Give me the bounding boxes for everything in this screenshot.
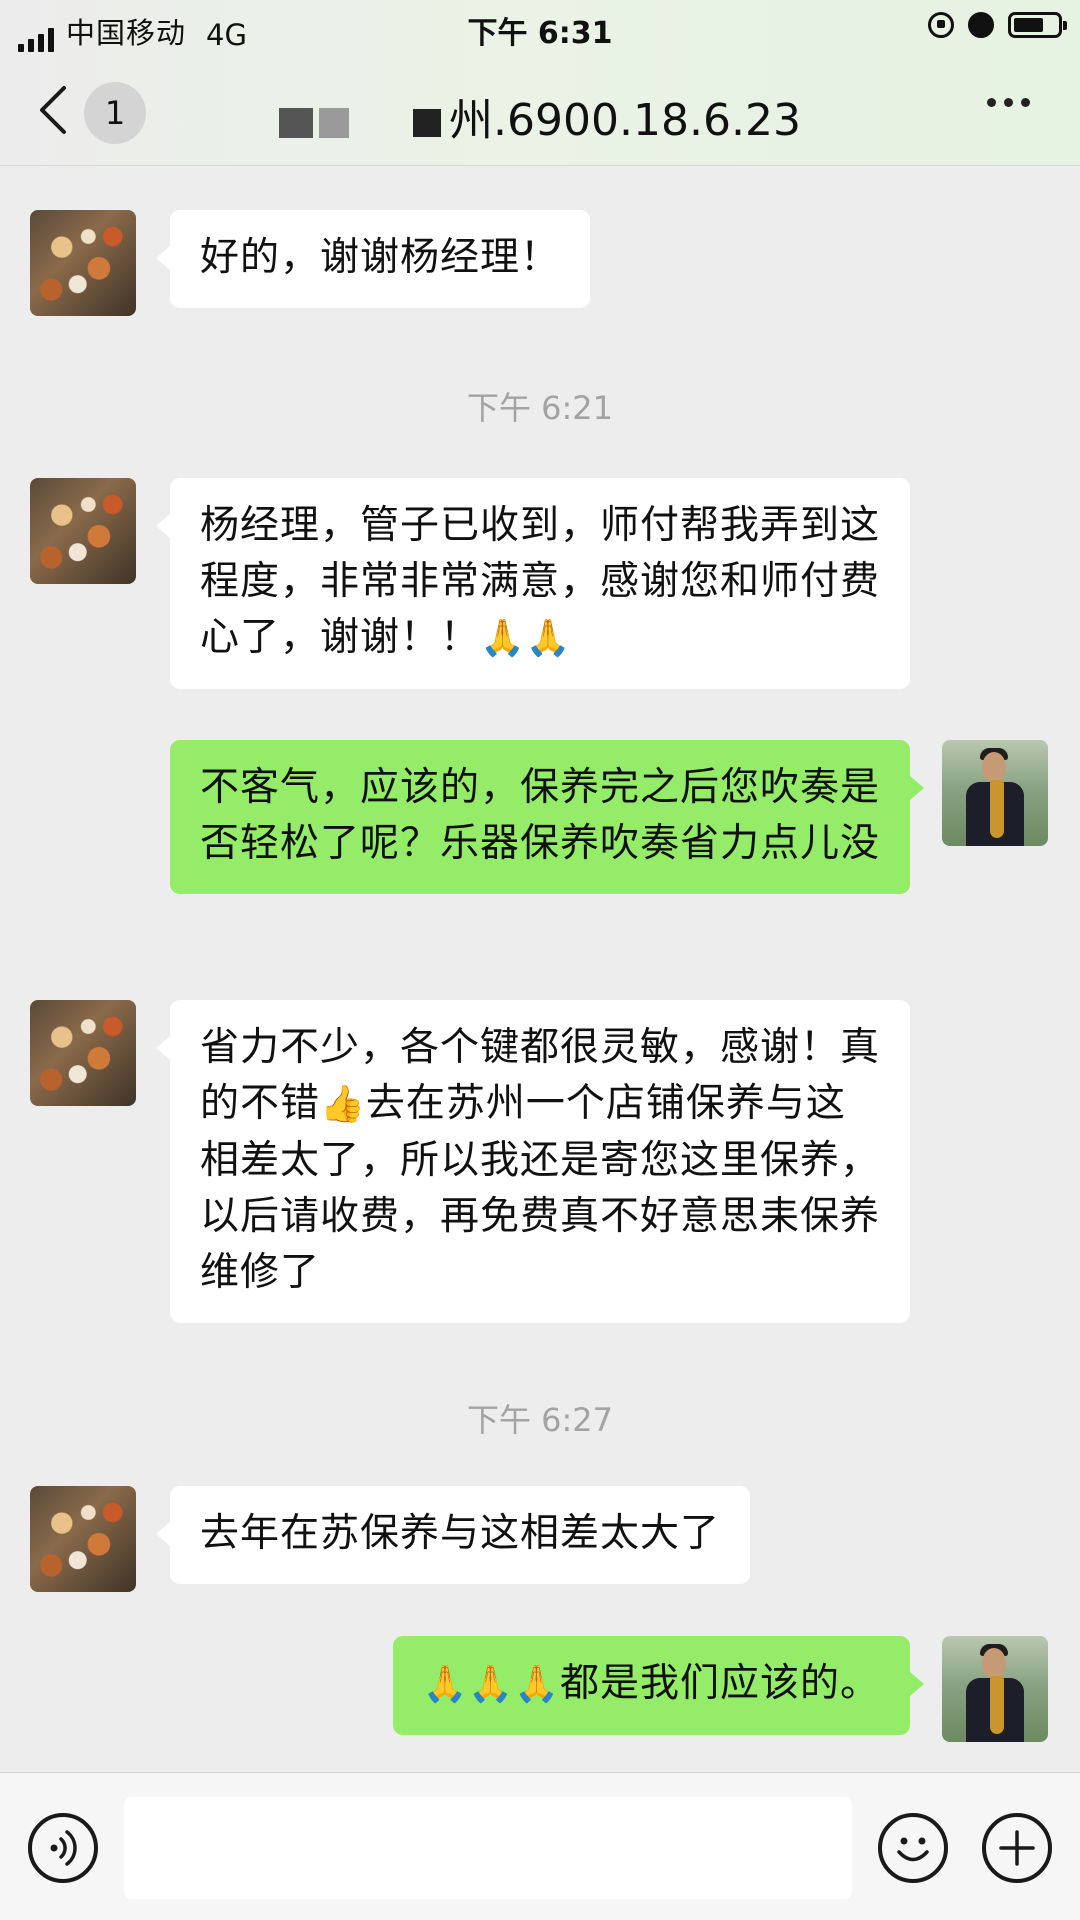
message-text: 去年在苏保养与这相差太大了 [200,1511,721,1556]
chat-title: 州.6900.18.6.23 [449,95,801,146]
battery-icon [1008,12,1067,38]
chat-header: 1 州.6900.18.6.23 [0,56,1080,166]
emoji-button[interactable] [878,1813,948,1883]
message-timestamp: 下午 6:27 [466,1401,614,1439]
pray-emoji: 🙏🙏 [480,618,572,659]
message-bubble-incoming[interactable]: 好的，谢谢杨经理！ [155,210,591,308]
message-bubble-outgoing[interactable]: 不客气，应该的，保养完之后您吹奏是否轻松了呢？乐器保养吹奏省力点儿没 [170,740,924,894]
status-right [928,12,1067,38]
status-bar: 中国移动 4G 下午 6:31 [0,0,1080,56]
self-avatar[interactable] [942,740,1048,846]
more-icon [987,98,996,107]
message-text: 都是我们应该的。 [559,1661,880,1706]
contact-avatar[interactable] [30,210,136,316]
plus-icon [999,1830,1035,1866]
self-avatar[interactable] [942,1636,1048,1742]
message-timestamp: 下午 6:21 [466,389,614,427]
message-text: 好的，谢谢杨经理！ [200,235,561,280]
status-time: 下午 6:31 [467,16,613,51]
message-bubble-incoming[interactable]: 省力不少，各个键都很灵敏，感谢！真的不错👍去在苏州一个店铺保养与这相差太了，所以… [156,1000,910,1323]
message-text: 不客气，应该的，保养完之后您吹奏是否轻松了呢？乐器保养吹奏省力点儿没 [200,765,881,866]
more-button[interactable] [987,98,1030,107]
voice-icon [50,1830,77,1866]
contact-avatar[interactable] [30,478,136,584]
redaction-mark [279,108,314,138]
alarm-icon [968,12,994,38]
redaction-mark [413,109,442,137]
message-bubble-incoming[interactable]: 去年在苏保养与这相差太大了 [155,1486,751,1584]
pray-emoji: 🙏🙏🙏 [422,1664,560,1705]
rotation-lock-icon [928,12,954,38]
redaction-mark [319,108,350,138]
contact-avatar[interactable] [30,1486,136,1592]
message-input[interactable] [124,1797,852,1899]
chat-title-container: 州.6900.18.6.23 [0,84,1080,148]
input-bar [0,1772,1080,1920]
message-bubble-outgoing[interactable]: 🙏🙏🙏都是我们应该的。 [392,1636,924,1735]
emoji-icon [897,1837,929,1862]
contact-avatar[interactable] [30,1000,136,1106]
thumbs-up-emoji: 👍 [320,1084,366,1125]
plus-button[interactable] [982,1813,1052,1883]
voice-button[interactable] [28,1813,98,1883]
message-bubble-incoming[interactable]: 杨经理，管子已收到，师付帮我弄到这程度，非常非常满意，感谢您和师付费心了，谢谢！… [156,478,910,689]
